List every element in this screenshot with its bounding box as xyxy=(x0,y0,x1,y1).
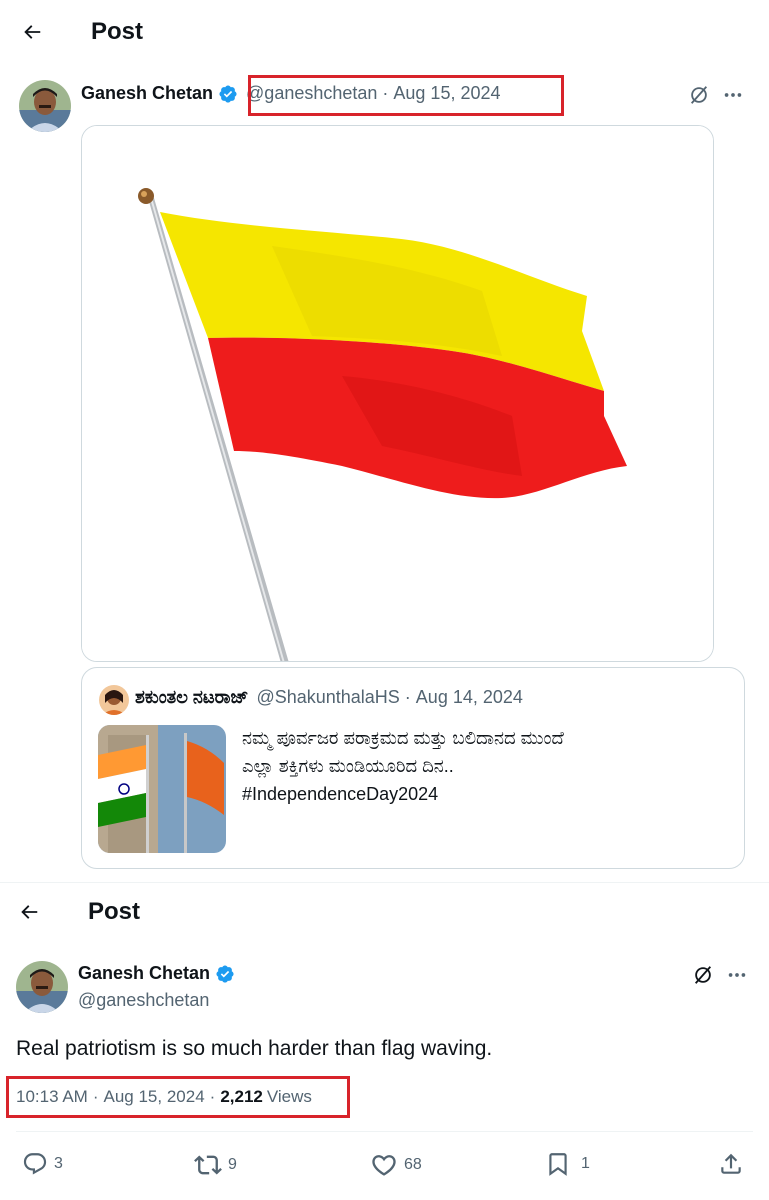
back-button[interactable] xyxy=(12,895,46,929)
quoted-flags-image xyxy=(98,725,226,853)
verified-badge-icon xyxy=(219,84,237,103)
page-title: Post xyxy=(88,898,141,925)
like-count: 68 xyxy=(404,1156,422,1173)
back-arrow-icon xyxy=(21,905,38,919)
highlight-box xyxy=(6,1076,350,1118)
author-name[interactable]: Ganesh Chetan xyxy=(81,83,213,104)
post2-author-line: Ganesh Chetan xyxy=(78,963,235,984)
quoted-text-line: ಎಲ್ಲಾ ಶಕ್ತಿಗಳು ಮಂಡಿಯೂರಿದ ದಿನ.. xyxy=(242,756,454,776)
avatar-image xyxy=(16,961,68,1013)
avatar[interactable] xyxy=(19,80,71,132)
post-header: Post xyxy=(15,15,143,49)
share-icon xyxy=(721,1153,741,1174)
flag-image xyxy=(82,126,713,661)
back-arrow-icon xyxy=(24,25,41,39)
post-header: Post xyxy=(12,895,140,929)
grok-button[interactable] xyxy=(690,962,716,988)
repost-button[interactable]: 9 xyxy=(194,1151,237,1179)
more-icon xyxy=(724,93,742,97)
quoted-media xyxy=(98,725,226,853)
author-handle[interactable]: @ganeshchetan xyxy=(78,990,209,1011)
bookmark-icon xyxy=(549,1153,567,1176)
more-button[interactable] xyxy=(724,962,750,988)
quoted-text: ನಮ್ಮ ಪೂರ್ವಜರ ಪರಾಕ್ರಮದ ಮತ್ತು ಬಲಿದಾನದ ಮುಂದ… xyxy=(242,724,732,808)
like-icon xyxy=(372,1155,396,1176)
reply-count: 3 xyxy=(54,1155,63,1172)
verified-badge-icon xyxy=(216,964,234,983)
reply-icon xyxy=(23,1153,47,1175)
avatar-image xyxy=(19,80,71,132)
bookmark-button[interactable]: 1 xyxy=(545,1151,590,1177)
quoted-handle: @ShakunthalaHS xyxy=(256,687,400,707)
post-media[interactable] xyxy=(81,125,714,662)
like-button[interactable]: 68 xyxy=(370,1151,422,1179)
quoted-author-name: ಶಕುಂತಲ ನಟರಾಜ್ xyxy=(135,687,249,707)
reply-button[interactable]: 3 xyxy=(22,1151,63,1177)
more-icon xyxy=(728,973,746,977)
grok-button[interactable] xyxy=(686,82,712,108)
post-panel-top: Post Ganesh Chetan @ganeshchetan · Aug 1… xyxy=(0,0,769,882)
quoted-avatar xyxy=(99,685,129,715)
separator: · xyxy=(404,687,411,707)
highlight-box xyxy=(248,75,564,116)
action-bar: 3 9 68 1 xyxy=(0,1151,769,1200)
bookmark-count: 1 xyxy=(581,1155,590,1172)
divider xyxy=(16,1131,753,1132)
quoted-author-line: ಶಕುಂತಲ ನಟರಾಜ್ @ShakunthalaHS · Aug 14, 2… xyxy=(135,687,523,708)
author-name[interactable]: Ganesh Chetan xyxy=(78,963,210,984)
avatar[interactable] xyxy=(16,961,68,1013)
back-button[interactable] xyxy=(15,15,49,49)
quoted-text-line: ನಮ್ಮ ಪೂರ್ವಜರ ಪರಾಕ್ರಮದ ಮತ್ತು ಬಲಿದಾನದ ಮುಂದ… xyxy=(242,728,564,748)
page-title: Post xyxy=(91,18,144,45)
quoted-hashtag: #IndependenceDay2024 xyxy=(242,784,439,804)
post-panel-bottom: Post Ganesh Chetan @ganeshchetan Real pa… xyxy=(0,882,769,1200)
repost-icon xyxy=(194,1155,222,1175)
grok-icon xyxy=(694,966,712,984)
quoted-date: Aug 14, 2024 xyxy=(415,687,523,707)
quoted-avatar-image xyxy=(99,685,129,715)
more-button[interactable] xyxy=(720,82,746,108)
grok-icon xyxy=(690,86,708,104)
quoted-post[interactable]: ಶಕುಂತಲ ನಟರಾಜ್ @ShakunthalaHS · Aug 14, 2… xyxy=(81,667,745,869)
repost-count: 9 xyxy=(228,1156,237,1173)
post-text: Real patriotism is so much harder than f… xyxy=(16,1037,493,1060)
share-button[interactable] xyxy=(718,1151,744,1177)
